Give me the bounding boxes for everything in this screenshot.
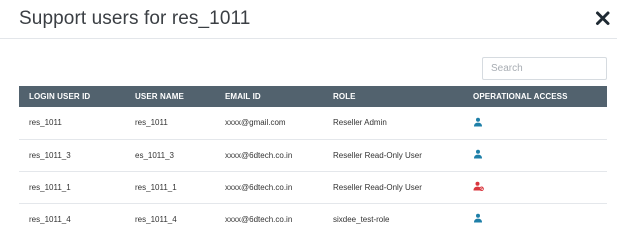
table-row: res_1011_1 res_1011_1 xxxx@6dtech.co.in … — [19, 171, 607, 203]
column-header-user-name[interactable]: USER NAME — [125, 86, 215, 107]
user-icon[interactable] — [473, 117, 483, 127]
email-id-cell: xxxx@6dtech.co.in — [225, 182, 293, 192]
table-row: res_1011 res_1011 xxxx@gmail.com Reselle… — [19, 107, 607, 139]
user-blocked-icon[interactable] — [473, 181, 484, 192]
close-button[interactable] — [595, 9, 611, 27]
user-icon[interactable] — [473, 213, 483, 223]
table-header-row: LOGIN USER ID USER NAME EMAIL ID ROLE OP… — [19, 86, 607, 107]
login-user-id-cell: res_1011_3 — [29, 150, 71, 160]
table-row: res_1011_3 es_1011_3 xxxx@6dtech.co.in R… — [19, 139, 607, 171]
operational-access-cell — [463, 107, 607, 139]
role-cell: sixdee_test-role — [333, 214, 390, 224]
user-name-cell: res_1011_1 — [135, 182, 177, 192]
user-name-cell: res_1011_4 — [135, 214, 177, 224]
column-header-login-user-id[interactable]: LOGIN USER ID — [19, 86, 125, 107]
login-user-id-cell: res_1011_1 — [29, 182, 71, 192]
email-id-cell: xxxx@6dtech.co.in — [225, 150, 293, 160]
login-user-id-cell: res_1011 — [29, 118, 62, 128]
operational-access-cell — [463, 139, 607, 171]
close-icon — [596, 11, 610, 25]
column-header-operational-access[interactable]: OPERATIONAL ACCESS — [463, 86, 607, 107]
column-header-role[interactable]: ROLE — [323, 86, 463, 107]
operational-access-cell — [463, 171, 607, 203]
column-header-email-id[interactable]: EMAIL ID — [215, 86, 323, 107]
role-cell: Reseller Read-Only User — [333, 150, 422, 160]
support-users-table: LOGIN USER ID USER NAME EMAIL ID ROLE OP… — [19, 86, 607, 235]
operational-access-cell — [463, 203, 607, 235]
email-id-cell: xxxx@gmail.com — [225, 118, 286, 128]
modal-header: Support users for res_1011 — [0, 0, 617, 39]
modal-title: Support users for res_1011 — [19, 8, 251, 29]
role-cell: Reseller Admin — [333, 118, 387, 128]
user-name-cell: res_1011 — [135, 118, 168, 128]
login-user-id-cell: res_1011_4 — [29, 214, 71, 224]
search-input[interactable] — [482, 57, 607, 80]
user-icon[interactable] — [473, 149, 483, 159]
role-cell: Reseller Read-Only User — [333, 182, 422, 192]
table-row: res_1011_4 res_1011_4 xxxx@6dtech.co.in … — [19, 203, 607, 235]
email-id-cell: xxxx@6dtech.co.in — [225, 214, 293, 224]
user-name-cell: es_1011_3 — [135, 150, 174, 160]
